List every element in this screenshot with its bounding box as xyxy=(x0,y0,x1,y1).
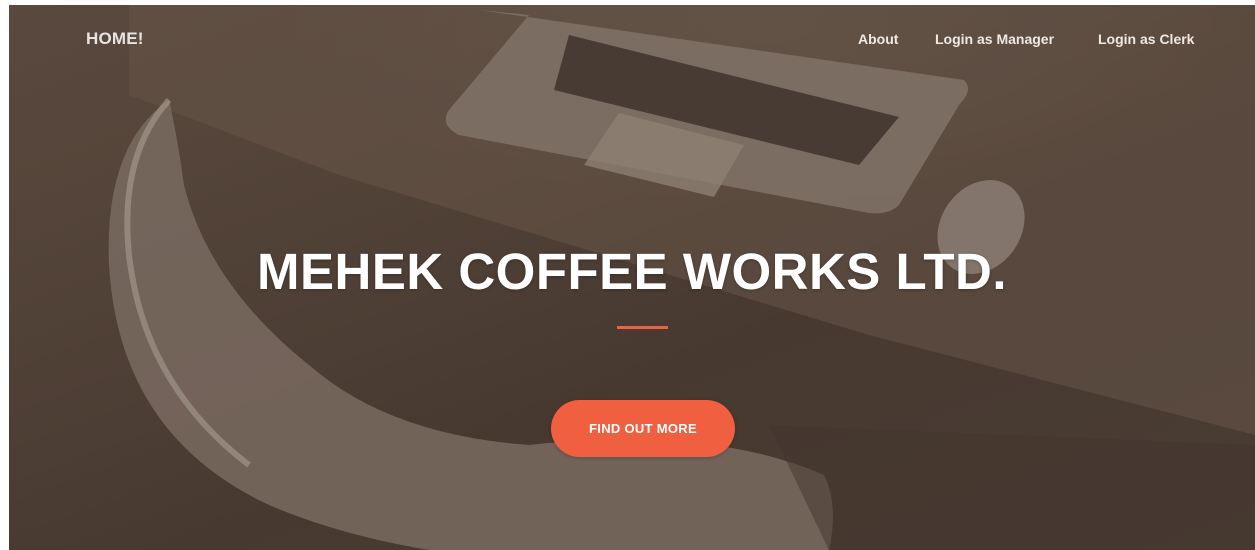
title-divider xyxy=(617,326,668,329)
home-brand-link[interactable]: HOME! xyxy=(86,29,144,49)
nav-link-about[interactable]: About xyxy=(858,31,898,47)
nav-link-login-manager[interactable]: Login as Manager xyxy=(935,31,1054,47)
hero-title: MEHEK COFFEE WORKS LTD. xyxy=(256,243,1008,300)
hero-section: HOME! About Login as Manager Login as Cl… xyxy=(9,5,1255,550)
top-navbar: HOME! About Login as Manager Login as Cl… xyxy=(9,5,1255,75)
nav-link-login-clerk[interactable]: Login as Clerk xyxy=(1098,31,1194,47)
find-out-more-button[interactable]: FIND OUT MORE xyxy=(551,400,735,457)
